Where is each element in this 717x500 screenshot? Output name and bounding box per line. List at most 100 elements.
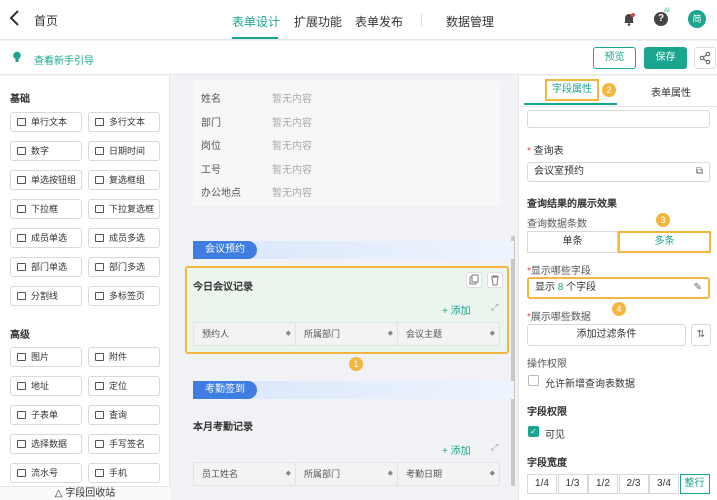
width-option[interactable]: 3/4 (649, 474, 679, 494)
width-option[interactable]: 1/4 (527, 474, 557, 494)
active-tab-underline (232, 37, 278, 39)
table-link-icon[interactable]: ⧉ (696, 163, 703, 181)
op-permission-label: 操作权限 (527, 359, 567, 370)
width-option[interactable]: 1/3 (557, 474, 588, 494)
step-marker-1: 1 (349, 357, 363, 371)
field-item[interactable]: 日期时间 (88, 141, 160, 161)
field-item-label: 定位 (109, 381, 128, 391)
width-option[interactable]: 1/2 (588, 474, 618, 494)
field-item[interactable]: 图片 (10, 347, 82, 367)
field-item[interactable]: 成员单选 (10, 228, 82, 248)
step-marker-2: 2 (602, 83, 616, 97)
share-button[interactable] (694, 47, 716, 69)
tab-extensions[interactable]: 扩展功能 (294, 13, 342, 30)
edit-icon[interactable]: ✎ (694, 279, 702, 297)
add-row-link-attendance[interactable]: + 添加 (442, 442, 471, 457)
subform-header-meeting: 预约人 ◆ 所属部门 ◆ 会议主题 ◆ (193, 322, 500, 346)
info-label: 工号 (201, 164, 221, 176)
field-item[interactable]: 单选按钮组 (10, 170, 82, 190)
sort-icon: ◆ (387, 470, 393, 477)
group-title-attendance[interactable]: 考勤签到 (193, 381, 257, 399)
field-item[interactable]: 子表单 (10, 405, 82, 425)
help-icon[interactable]: ? (654, 12, 668, 26)
field-type-icon (17, 205, 26, 213)
canvas-scrollbar[interactable] (511, 236, 515, 486)
width-option[interactable]: 整行 (679, 474, 710, 494)
field-type-icon (95, 440, 104, 448)
tab-data-management[interactable]: 数据管理 (446, 13, 494, 30)
visible-checkbox[interactable]: ✓ (528, 426, 539, 437)
field-item-label: 复选框组 (109, 175, 146, 185)
tab-form-properties[interactable]: 表单属性 (651, 84, 691, 99)
width-option[interactable]: 2/3 (618, 474, 649, 494)
ai-badge: AI (664, 8, 670, 14)
expand-icon[interactable]: ⤢ (491, 442, 498, 453)
field-item[interactable]: 多行文本 (88, 112, 160, 132)
field-item[interactable]: 地址 (10, 376, 82, 396)
bell-icon[interactable] (622, 12, 636, 26)
group-title-meeting[interactable]: 会议预约 (193, 241, 257, 259)
field-type-icon (95, 469, 104, 477)
field-item[interactable]: 多标签页 (88, 286, 160, 306)
field-type-icon (17, 382, 26, 390)
field-item[interactable]: 成员多选 (88, 228, 160, 248)
copy-icon[interactable] (466, 272, 482, 288)
prev-property-input[interactable] (527, 110, 710, 128)
field-item[interactable]: 选择数据 (10, 434, 82, 454)
field-type-icon (17, 469, 26, 477)
home-link[interactable]: 首页 (34, 12, 58, 29)
show-fields-selector[interactable]: 显示 8 个字段 ✎ (527, 277, 710, 299)
info-label: 岗位 (201, 141, 221, 152)
column-header: 所属部门 ◆ (296, 463, 398, 485)
field-item[interactable]: 定位 (88, 376, 160, 396)
sort-icon: ◆ (285, 330, 291, 337)
sort-order-button[interactable]: ⇅ (691, 324, 711, 346)
field-recycle-bin[interactable]: △ 字段回收站 (0, 486, 170, 500)
field-item[interactable]: 下拉框 (10, 199, 82, 219)
field-item[interactable]: 下拉复选框 (88, 199, 160, 219)
field-item[interactable]: 复选框组 (88, 170, 160, 190)
allow-add-label: 允许新增查询表数据 (545, 379, 635, 390)
add-filter-button[interactable]: 添加过滤条件 (527, 324, 686, 346)
allow-add-checkbox[interactable] (528, 375, 539, 386)
avatar[interactable]: 简 (688, 10, 706, 28)
show-data-label: *展示哪些数据 (527, 312, 591, 323)
add-row-link-meeting[interactable]: + 添加 (442, 302, 471, 317)
save-button[interactable]: 保存 (644, 47, 687, 69)
view-guide-link[interactable]: 查看新手引导 (34, 52, 94, 67)
field-item[interactable]: 手写签名 (88, 434, 160, 454)
expand-icon[interactable]: ⤢ (491, 302, 498, 313)
count-option-multiple[interactable]: 多条 (618, 231, 711, 253)
query-table-select[interactable]: 会议室预约 ⧉ (527, 162, 710, 182)
field-permission-title: 字段权限 (527, 407, 567, 418)
field-item[interactable]: 流水号 (10, 463, 82, 483)
back-arrow-icon[interactable] (8, 9, 24, 29)
delete-icon[interactable] (487, 272, 503, 288)
field-item[interactable]: 分割线 (10, 286, 82, 306)
field-type-icon (17, 292, 26, 300)
field-item[interactable]: 部门多选 (88, 257, 160, 277)
field-type-icon (17, 118, 26, 126)
field-item-label: 图片 (31, 352, 50, 362)
field-item[interactable]: 查询 (88, 405, 160, 425)
tab-form-publish[interactable]: 表单发布 (355, 13, 403, 30)
count-option-single[interactable]: 单条 (527, 231, 618, 253)
preview-button[interactable]: 预览 (593, 47, 636, 69)
tab-field-properties[interactable]: 字段属性 (545, 79, 599, 101)
field-item-label: 查询 (109, 410, 128, 420)
field-item[interactable]: 单行文本 (10, 112, 82, 132)
field-type-icon (95, 292, 104, 300)
tab-form-design[interactable]: 表单设计 (232, 13, 280, 30)
field-type-icon (95, 234, 104, 242)
field-item-label: 地址 (31, 381, 50, 391)
share-icon (699, 51, 711, 65)
field-item[interactable]: 附件 (88, 347, 160, 367)
field-type-icon (95, 353, 104, 361)
field-item[interactable]: 手机 (88, 463, 160, 483)
info-label: 办公地点 (201, 188, 241, 199)
field-type-icon (17, 234, 26, 242)
field-item[interactable]: 部门单选 (10, 257, 82, 277)
field-item[interactable]: 数字 (10, 141, 82, 161)
field-item-label: 数字 (31, 146, 50, 156)
top-nav-bar: 首页 表单设计 扩展功能 表单发布 数据管理 ? AI 简 (0, 0, 717, 40)
